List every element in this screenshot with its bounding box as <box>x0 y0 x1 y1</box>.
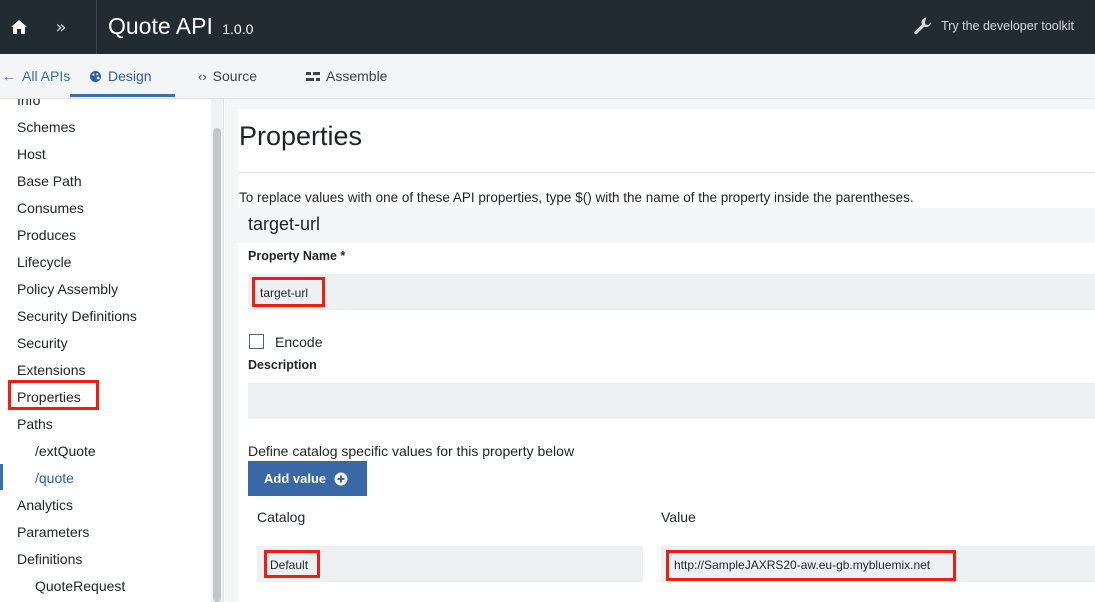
api-name: Quote API <box>108 13 213 39</box>
sidebar-item-base-path[interactable]: Base Path <box>17 173 82 189</box>
sidebar-item-analytics[interactable]: Analytics <box>17 497 73 513</box>
description-label: Description <box>248 358 317 372</box>
property-name-label: Property Name * <box>248 249 346 263</box>
title-divider <box>238 172 1095 173</box>
arrow-left-icon: ← <box>2 68 16 84</box>
sidebar-item-produces[interactable]: Produces <box>17 227 76 243</box>
value-highlight-box <box>666 550 956 581</box>
api-title: Quote API 1.0.0 <box>108 13 253 40</box>
add-value-button[interactable]: Add value <box>248 461 367 496</box>
page-title: Properties <box>239 121 363 151</box>
expand-nav-button[interactable]: » <box>44 0 78 54</box>
sidebar-item-paths[interactable]: Paths <box>17 416 53 432</box>
active-item-indicator <box>0 464 3 490</box>
sidebar-item-extquote[interactable]: /extQuote <box>35 443 96 459</box>
home-icon <box>11 20 27 34</box>
tab-design[interactable]: Design <box>89 54 152 98</box>
tab-source[interactable]: ‹› Source <box>198 54 257 98</box>
sidebar-item-security-definitions[interactable]: Security Definitions <box>17 308 137 324</box>
properties-highlight-box <box>8 380 99 410</box>
plus-circle-icon <box>334 472 348 485</box>
property-name-highlight-box <box>252 277 325 307</box>
tab-assemble[interactable]: Assemble <box>306 54 387 98</box>
encode-label: Encode <box>275 334 323 350</box>
sidebar-item-schemes[interactable]: Schemes <box>17 119 75 135</box>
all-apis-link[interactable]: ← All APIs <box>2 54 70 98</box>
properties-hint: To replace values with one of these API … <box>239 190 914 205</box>
sidebar-item-policy-assembly[interactable]: Policy Assembly <box>17 281 118 297</box>
description-field[interactable] <box>248 383 1095 419</box>
sidebar-item-consumes[interactable]: Consumes <box>17 200 84 216</box>
main-content: Properties To replace values with one of… <box>225 99 1095 602</box>
app-header: » Quote API 1.0.0 Try the developer tool… <box>0 0 1095 54</box>
assemble-icon <box>306 71 320 81</box>
developer-toolkit-link[interactable]: Try the developer toolkit <box>913 16 1074 36</box>
catalog-column-header: Catalog <box>257 509 306 525</box>
header-divider <box>96 0 97 54</box>
home-button[interactable] <box>0 0 38 54</box>
wrench-icon <box>914 17 932 35</box>
sidebar-item-host[interactable]: Host <box>17 146 46 162</box>
palette-icon <box>90 70 101 82</box>
sidebar-scrollbar-thumb[interactable] <box>213 128 221 602</box>
design-sidebar: Info Schemes Host Base Path Consumes Pro… <box>0 99 224 602</box>
editor-tabbar: ← All APIs Design ‹› Source Assemble <box>0 54 1095 99</box>
sidebar-item-definitions[interactable]: Definitions <box>17 551 82 567</box>
properties-panel: Properties To replace values with one of… <box>238 109 1095 602</box>
catalog-highlight-box <box>264 550 320 578</box>
sidebar-item-info[interactable]: Info <box>17 99 40 108</box>
catalog-values-hint: Define catalog specific values for this … <box>248 443 575 459</box>
double-chevron-right-icon: » <box>55 16 67 38</box>
sidebar-item-lifecycle[interactable]: Lifecycle <box>17 254 71 270</box>
tab-assemble-label: Assemble <box>326 68 388 84</box>
sidebar-item-extensions[interactable]: Extensions <box>17 362 85 378</box>
sidebar-item-quoterequest[interactable]: QuoteRequest <box>35 578 125 594</box>
value-column-header: Value <box>661 509 696 525</box>
active-tab-indicator <box>70 94 175 97</box>
api-version: 1.0.0 <box>222 21 254 37</box>
sidebar-item-parameters[interactable]: Parameters <box>17 524 89 540</box>
developer-toolkit-label: Try the developer toolkit <box>941 19 1074 33</box>
all-apis-label: All APIs <box>22 68 71 84</box>
code-icon: ‹› <box>198 68 207 84</box>
tab-design-label: Design <box>108 68 152 84</box>
sidebar-item-security[interactable]: Security <box>17 335 68 351</box>
encode-checkbox[interactable] <box>249 334 264 349</box>
property-heading: target-url <box>248 214 321 234</box>
add-value-label: Add value <box>264 471 327 486</box>
property-header[interactable]: target-url <box>238 208 1095 243</box>
sidebar-item-quote[interactable]: /quote <box>35 470 74 486</box>
tab-source-label: Source <box>212 68 258 84</box>
property-name-field[interactable] <box>248 274 1095 310</box>
